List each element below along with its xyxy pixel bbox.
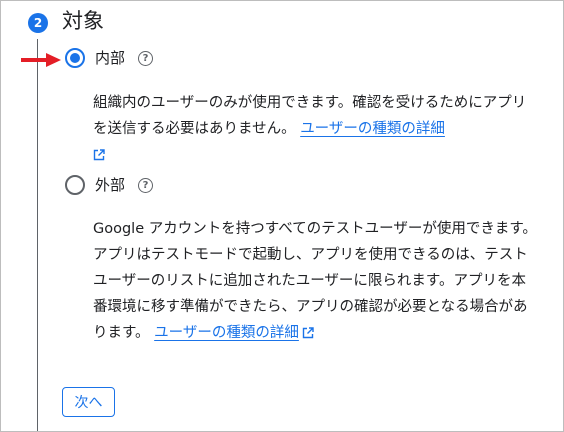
step-connector-line [37,39,38,431]
open-in-new-icon[interactable] [93,149,105,161]
description-internal: 組織内のユーザーのみが使用できます。確認を受けるためにアプリを送信する必要はあり… [93,90,533,168]
dialog-frame: 2 対象 内部 ? 組織内のユーザーのみが使用できます。確認を受けるためにアプリ… [0,0,564,432]
step-title: 対象 [62,9,104,33]
help-circle-icon[interactable]: ? [138,51,153,66]
radio-external[interactable] [65,175,85,195]
next-button[interactable]: 次へ [62,387,115,417]
option-label-internal: 内部 [95,49,126,67]
link-user-type-details-internal[interactable]: ユーザーの種類の詳細 [300,121,445,137]
link-user-type-details-external[interactable]: ユーザーの種類の詳細 [154,325,299,341]
red-arrow-icon [21,53,61,67]
description-external: Google アカウントを持つすべてのテストユーザーが使用できます。アプリはテス… [93,216,537,346]
description-external-text: Google アカウントを持つすべてのテストユーザーが使用できます。アプリはテス… [93,221,537,341]
step-number-badge: 2 [28,13,48,33]
option-label-external: 外部 [95,176,126,194]
open-in-new-icon[interactable] [302,327,314,339]
radio-internal[interactable] [65,48,85,68]
help-circle-icon[interactable]: ? [138,178,153,193]
